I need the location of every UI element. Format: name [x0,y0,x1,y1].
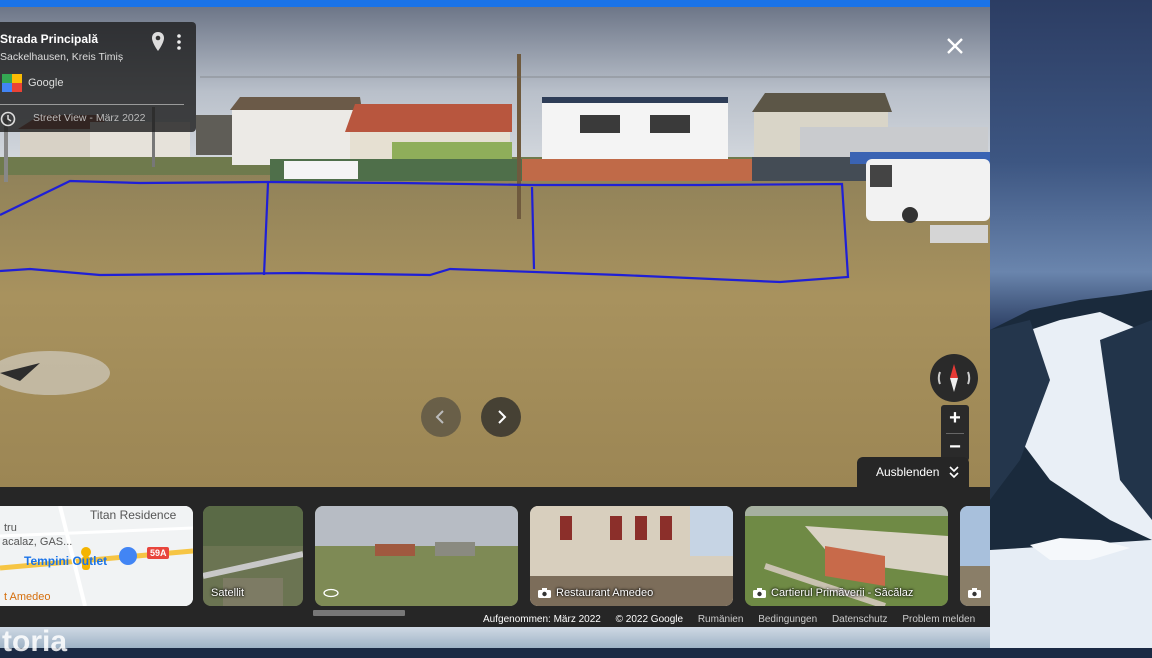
hide-label: Ausblenden [876,465,940,479]
next-thumbnail[interactable] [960,506,990,606]
pin-icon[interactable] [151,31,165,53]
location-info-card: Strada Principală Sackelhausen, Kreis Ti… [0,22,196,132]
background-wallpaper [990,0,1152,648]
rotate-360-icon [323,588,339,598]
camera-icon [968,588,981,598]
restaurant-thumbnail[interactable]: Restaurant Amedeo [530,506,733,606]
background-strip: toria [0,627,990,657]
hide-filmstrip-button[interactable]: Ausblenden [857,457,969,487]
location-subtitle: Sackelhausen, Kreis Timiș [0,51,124,63]
map-label-gas: acalaz, GAS... [2,536,73,548]
previous-button[interactable] [421,397,461,437]
divider [0,104,184,105]
clock-icon[interactable] [0,111,16,127]
zoom-control: + − [941,405,969,461]
capture-info: Aufgenommen: März 2022 [483,614,601,625]
copyright: © 2022 Google [615,614,684,625]
restaurant-caption: Restaurant Amedeo [556,587,654,599]
map-label-amedeo: t Amedeo [4,591,51,603]
report-problem-link[interactable]: Problem melden [902,614,975,625]
photo-filmstrip: Titan Residence tru acalaz, GAS... Tempi… [0,487,990,627]
panorama-thumbnail[interactable] [315,506,518,606]
map-road-number: 59A [150,548,167,558]
map-thumbnail[interactable]: Titan Residence tru acalaz, GAS... Tempi… [0,506,193,606]
country-link[interactable]: Rumänien [698,614,744,625]
filmstrip-scrollbar[interactable] [313,610,405,616]
map-label-titan: Titan Residence [90,508,177,522]
privacy-link[interactable]: Datenschutz [832,614,888,625]
compass-icon [937,364,971,392]
satellite-thumbnail[interactable]: Satellit [203,506,303,606]
camera-icon [538,588,551,598]
top-accent-bar [0,0,990,7]
google-maps-logo [2,74,22,92]
more-vert-icon[interactable] [172,32,186,52]
street-view-panorama[interactable]: Strada Principală Sackelhausen, Kreis Ti… [0,7,990,487]
neighborhood-thumbnail[interactable]: Cartierul Primăverii - Săcălaz [745,506,948,606]
brand-name: Google [28,77,64,89]
zoom-in-button[interactable]: + [941,405,969,432]
background-text: toria [2,625,68,658]
close-icon[interactable] [940,31,970,61]
capture-date[interactable]: Street View - März 2022 [33,112,145,124]
chevron-right-icon [498,410,507,424]
location-title: Strada Principală [0,32,99,46]
chevron-left-icon [435,410,444,424]
map-label-tru: tru [4,522,17,534]
neighborhood-caption: Cartierul Primăverii - Săcălaz [771,587,914,599]
next-button[interactable] [481,397,521,437]
chevron-double-down-icon [949,466,959,479]
attribution-footer: Aufgenommen: März 2022 © 2022 Google Rum… [483,614,987,628]
panorama-preview [315,506,518,606]
camera-icon [753,588,766,598]
mountain-illustration [990,290,1152,648]
satellite-caption: Satellit [211,587,245,599]
terms-link[interactable]: Bedingungen [758,614,817,625]
map-label-outlet: Tempini Outlet [24,554,108,568]
compass-button[interactable] [930,354,978,402]
